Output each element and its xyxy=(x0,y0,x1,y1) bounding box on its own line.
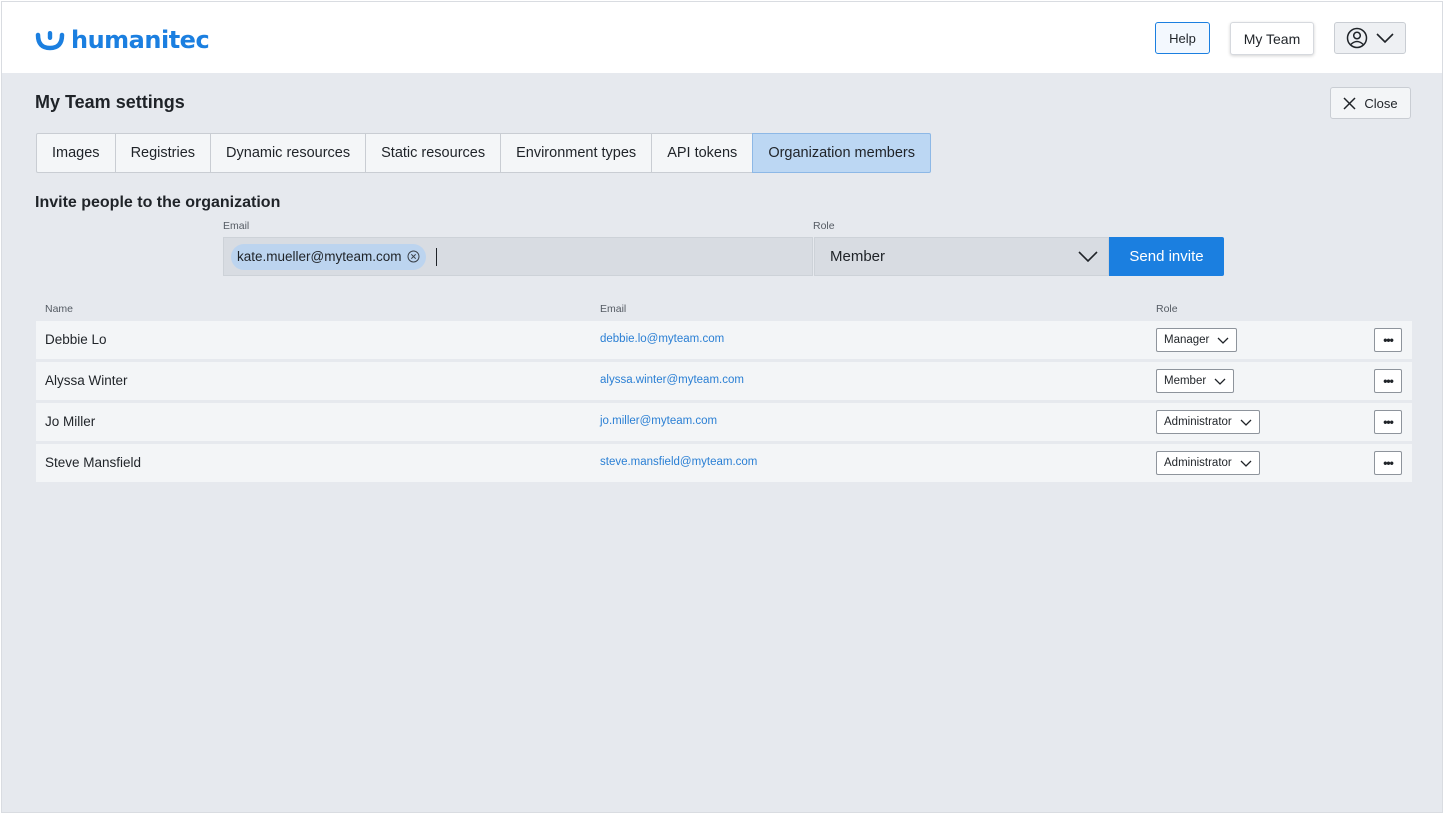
row-actions-button[interactable]: ••• xyxy=(1374,369,1402,393)
member-email-link[interactable]: steve.mansfield@myteam.com xyxy=(600,456,757,468)
user-menu-button[interactable] xyxy=(1334,22,1406,54)
tab-organization-members[interactable]: Organization members xyxy=(752,133,931,173)
column-header-email: Email xyxy=(600,303,627,315)
row-actions-button[interactable]: ••• xyxy=(1374,410,1402,434)
row-actions-button[interactable]: ••• xyxy=(1374,451,1402,475)
chevron-down-icon xyxy=(1240,460,1252,467)
settings-tabs: Images Registries Dynamic resources Stat… xyxy=(36,133,931,173)
chevron-down-icon xyxy=(1217,337,1229,344)
tab-static-resources[interactable]: Static resources xyxy=(365,133,502,173)
table-row: Jo Miller jo.miller@myteam.com Administr… xyxy=(36,403,1412,441)
role-field-label: Role xyxy=(813,220,835,232)
member-role-value: Member xyxy=(1164,375,1207,387)
tab-images[interactable]: Images xyxy=(36,133,116,173)
email-chip-label: kate.mueller@myteam.com xyxy=(237,249,402,264)
invite-email-input[interactable]: kate.mueller@myteam.com xyxy=(223,237,813,276)
member-role-select[interactable]: Member xyxy=(1156,369,1235,393)
member-name: Debbie Lo xyxy=(45,332,107,347)
top-bar: humanitec Help My Team xyxy=(2,2,1442,73)
tab-environment-types[interactable]: Environment types xyxy=(500,133,653,173)
role-select-value: Member xyxy=(830,248,886,265)
member-name: Alyssa Winter xyxy=(45,373,128,388)
user-avatar-icon xyxy=(1346,27,1368,49)
close-button[interactable]: Close xyxy=(1330,87,1411,119)
member-role-value: Administrator xyxy=(1164,416,1232,428)
invite-role-select[interactable]: Member xyxy=(814,237,1109,276)
table-row: Alyssa Winter alyssa.winter@myteam.com M… xyxy=(36,362,1412,400)
tab-registries[interactable]: Registries xyxy=(114,133,212,173)
member-role-select[interactable]: Administrator xyxy=(1156,410,1260,434)
send-invite-button[interactable]: Send invite xyxy=(1109,237,1224,276)
chevron-down-icon xyxy=(1078,251,1098,262)
table-row: Steve Mansfield steve.mansfield@myteam.c… xyxy=(36,444,1412,482)
table-row: Debbie Lo debbie.lo@myteam.com Manager •… xyxy=(36,321,1412,359)
email-field-label: Email xyxy=(223,220,250,232)
member-role-select[interactable]: Administrator xyxy=(1156,451,1260,475)
member-email-link[interactable]: alyssa.winter@myteam.com xyxy=(600,374,744,386)
member-email-link[interactable]: debbie.lo@myteam.com xyxy=(600,333,724,345)
row-actions-button[interactable]: ••• xyxy=(1374,328,1402,352)
invite-section-title: Invite people to the organization xyxy=(35,194,281,211)
column-header-name: Name xyxy=(45,303,74,315)
column-header-role: Role xyxy=(1156,303,1178,315)
help-button[interactable]: Help xyxy=(1155,22,1210,54)
close-icon xyxy=(1343,96,1356,110)
chevron-down-icon xyxy=(1376,33,1394,43)
member-role-value: Manager xyxy=(1164,334,1210,346)
close-label: Close xyxy=(1364,95,1398,111)
chevron-down-icon xyxy=(1214,378,1226,385)
logo-text: humanitec xyxy=(71,26,210,54)
logo-mark-icon xyxy=(35,31,65,51)
member-name: Jo Miller xyxy=(45,414,96,429)
humanitec-logo[interactable]: humanitec xyxy=(35,26,210,54)
member-name: Steve Mansfield xyxy=(45,455,142,470)
app-window: humanitec Help My Team My Team settings … xyxy=(1,1,1443,813)
page-title: My Team settings xyxy=(35,92,185,112)
remove-chip-icon[interactable] xyxy=(407,250,420,263)
member-role-select[interactable]: Manager xyxy=(1156,328,1238,352)
email-chip: kate.mueller@myteam.com xyxy=(231,243,426,270)
text-cursor xyxy=(435,247,437,266)
my-team-button[interactable]: My Team xyxy=(1230,22,1314,55)
tab-api-tokens[interactable]: API tokens xyxy=(651,133,754,173)
chevron-down-icon xyxy=(1240,419,1252,426)
tab-dynamic-resources[interactable]: Dynamic resources xyxy=(210,133,367,173)
member-email-link[interactable]: jo.miller@myteam.com xyxy=(600,415,717,427)
member-role-value: Administrator xyxy=(1164,457,1232,469)
